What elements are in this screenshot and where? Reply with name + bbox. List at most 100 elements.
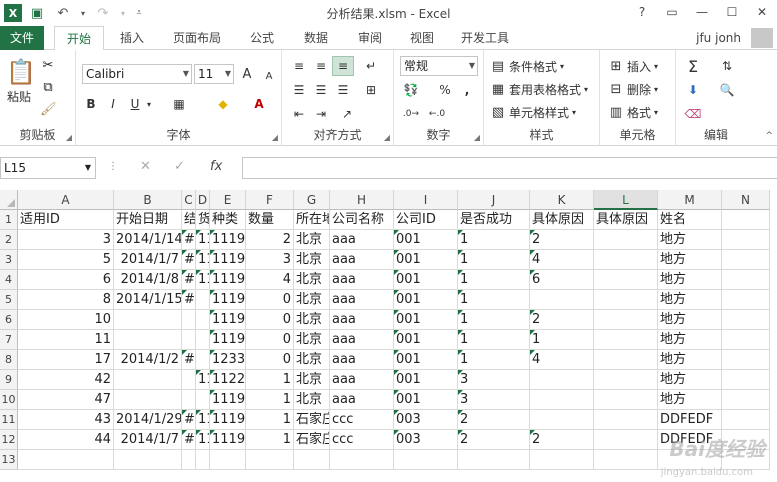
table-cell[interactable]: 0: [246, 330, 294, 350]
table-cell[interactable]: [182, 310, 196, 330]
enter-icon[interactable]: ✓: [174, 159, 185, 174]
table-cell[interactable]: 2: [246, 230, 294, 250]
table-cell[interactable]: 地方: [658, 230, 722, 250]
header-cell[interactable]: [722, 210, 770, 230]
align-center-icon[interactable]: ☰: [310, 80, 332, 100]
table-cell[interactable]: [294, 450, 330, 470]
table-cell[interactable]: 3: [458, 390, 530, 410]
underline-button[interactable]: U: [124, 94, 146, 114]
table-cell[interactable]: 北京: [294, 350, 330, 370]
table-cell[interactable]: 1119: [210, 330, 246, 350]
increase-decimal-icon[interactable]: .0→: [400, 104, 422, 124]
ribbon-display-button[interactable]: ▭: [657, 0, 687, 24]
table-cell[interactable]: 1: [246, 390, 294, 410]
percent-button[interactable]: %: [434, 80, 456, 100]
table-cell[interactable]: aaa: [330, 310, 394, 330]
table-cell[interactable]: 5: [18, 250, 114, 270]
table-cell[interactable]: 2: [530, 430, 594, 450]
table-cell[interactable]: 北京: [294, 230, 330, 250]
row-header[interactable]: 13: [0, 450, 18, 470]
table-cell[interactable]: [722, 370, 770, 390]
fill-icon[interactable]: ⬇: [682, 80, 704, 100]
table-cell[interactable]: 11: [196, 270, 210, 290]
row-header[interactable]: 4: [0, 270, 18, 290]
table-cell[interactable]: 001: [394, 350, 458, 370]
column-header-j[interactable]: J: [458, 190, 530, 210]
header-cell[interactable]: 适用ID: [18, 210, 114, 230]
table-cell[interactable]: 北京: [294, 370, 330, 390]
font-size-combo[interactable]: 11 ▼: [194, 64, 234, 84]
paste-button[interactable]: 📋 粘贴: [6, 58, 36, 105]
table-cell[interactable]: [182, 450, 196, 470]
insert-cells-button[interactable]: ⊞ 插入 ▾: [608, 58, 658, 75]
table-cell[interactable]: 11: [18, 330, 114, 350]
table-cell[interactable]: 1119: [210, 410, 246, 430]
table-cell[interactable]: aaa: [330, 370, 394, 390]
table-cell[interactable]: 1: [458, 270, 530, 290]
decrease-indent-icon[interactable]: ⇤: [288, 104, 310, 124]
table-cell[interactable]: aaa: [330, 290, 394, 310]
table-cell[interactable]: [18, 450, 114, 470]
merge-center-icon[interactable]: ⊞: [360, 80, 382, 100]
table-cell[interactable]: [594, 430, 658, 450]
table-cell[interactable]: [530, 410, 594, 430]
table-cell[interactable]: [722, 410, 770, 430]
table-cell[interactable]: 001: [394, 330, 458, 350]
tab-file[interactable]: 文件: [0, 26, 44, 50]
table-cell[interactable]: 10: [18, 310, 114, 330]
table-cell[interactable]: [394, 450, 458, 470]
table-cell[interactable]: 3: [246, 250, 294, 270]
table-cell[interactable]: #: [182, 250, 196, 270]
column-header-m[interactable]: M: [658, 190, 722, 210]
table-cell[interactable]: 地方: [658, 390, 722, 410]
table-cell[interactable]: [722, 230, 770, 250]
table-cell[interactable]: #: [182, 410, 196, 430]
table-cell[interactable]: [594, 290, 658, 310]
header-cell[interactable]: 具体原因: [530, 210, 594, 230]
row-header[interactable]: 9: [0, 370, 18, 390]
table-cell[interactable]: 1: [458, 290, 530, 310]
table-cell[interactable]: 11: [196, 430, 210, 450]
header-cell[interactable]: 货: [196, 210, 210, 230]
table-cell[interactable]: 17: [18, 350, 114, 370]
tab-data[interactable]: 数据: [294, 26, 338, 50]
row-header[interactable]: 3: [0, 250, 18, 270]
table-cell[interactable]: ccc: [330, 430, 394, 450]
table-cell[interactable]: [114, 330, 182, 350]
column-header-l[interactable]: L: [594, 190, 658, 210]
table-cell[interactable]: 1: [458, 350, 530, 370]
column-header-g[interactable]: G: [294, 190, 330, 210]
table-cell[interactable]: 1: [246, 430, 294, 450]
table-cell[interactable]: [722, 310, 770, 330]
table-cell[interactable]: [722, 390, 770, 410]
table-cell[interactable]: 2014/1/15: [114, 290, 182, 310]
row-header[interactable]: 7: [0, 330, 18, 350]
font-color-icon[interactable]: A: [248, 94, 270, 114]
table-cell[interactable]: 003: [394, 430, 458, 450]
decrease-decimal-icon[interactable]: ←.0: [426, 104, 448, 124]
tab-formulas[interactable]: 公式: [240, 26, 284, 50]
table-cell[interactable]: 地方: [658, 310, 722, 330]
table-cell[interactable]: 地方: [658, 270, 722, 290]
table-cell[interactable]: 3: [18, 230, 114, 250]
cancel-icon[interactable]: ✕: [140, 159, 151, 174]
name-box[interactable]: L15 ▼: [0, 157, 96, 179]
table-cell[interactable]: 地方: [658, 330, 722, 350]
table-cell[interactable]: 11: [196, 370, 210, 390]
table-cell[interactable]: [210, 450, 246, 470]
row-header[interactable]: 10: [0, 390, 18, 410]
table-cell[interactable]: 1: [246, 410, 294, 430]
table-cell[interactable]: [594, 310, 658, 330]
table-cell[interactable]: 2014/1/8: [114, 270, 182, 290]
table-cell[interactable]: 北京: [294, 390, 330, 410]
table-cell[interactable]: 42: [18, 370, 114, 390]
row-header[interactable]: 11: [0, 410, 18, 430]
table-cell[interactable]: 1233: [210, 350, 246, 370]
table-cell[interactable]: [246, 450, 294, 470]
table-cell[interactable]: 2014/1/7: [114, 430, 182, 450]
close-button[interactable]: ✕: [747, 0, 777, 24]
table-cell[interactable]: [722, 350, 770, 370]
tab-review[interactable]: 审阅: [348, 26, 392, 50]
row-header[interactable]: 12: [0, 430, 18, 450]
column-header-k[interactable]: K: [530, 190, 594, 210]
